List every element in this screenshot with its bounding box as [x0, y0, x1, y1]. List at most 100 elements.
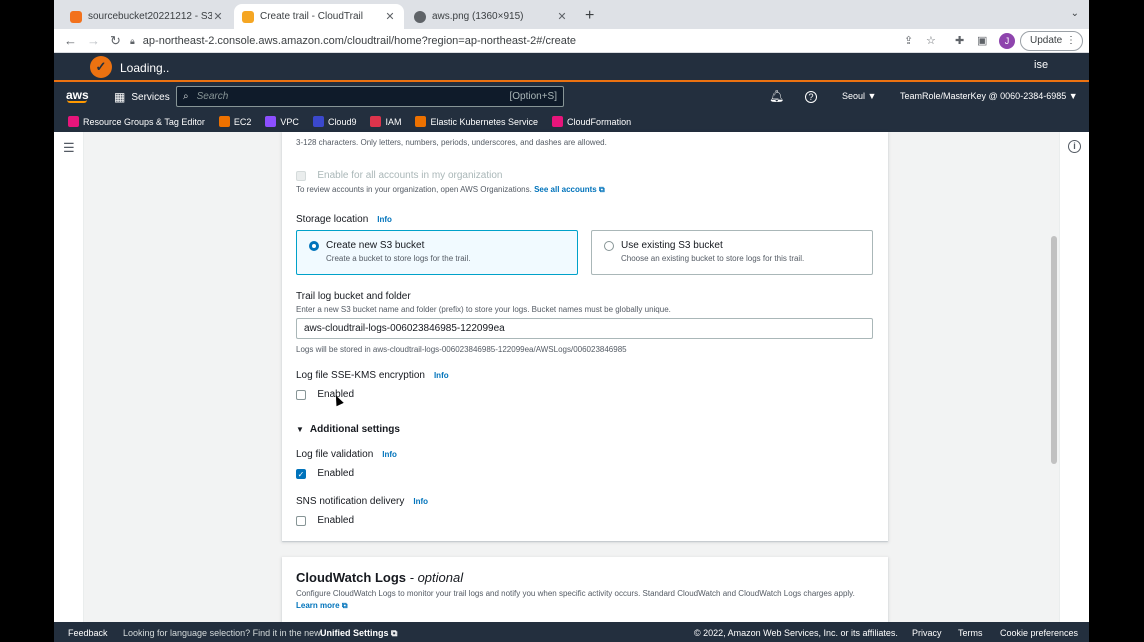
log-validation-heading: Log file validation Info — [296, 449, 397, 460]
browser-tab-bar: sourcebucket20221212 - S3 b ✕ Create tra… — [54, 0, 1089, 29]
bucket-folder-hint: Enter a new S3 bucket name and folder (p… — [296, 305, 671, 314]
unified-settings-link[interactable]: Unified Settings ⧉ — [320, 628, 397, 639]
bucket-storage-note: Logs will be stored in aws-cloudtrail-lo… — [296, 345, 627, 354]
aws-smile-icon — [67, 100, 87, 103]
bookmark-star-icon[interactable]: ☆ — [926, 34, 936, 47]
help-icon[interactable]: ? — [805, 91, 817, 103]
s3-favicon-icon — [70, 10, 82, 23]
search-shortcut: [Option+S] — [509, 91, 557, 102]
feedback-link[interactable]: Feedback — [68, 628, 108, 638]
aws-logo[interactable]: aws — [66, 88, 89, 103]
favorite-cloud9[interactable]: Cloud9 — [312, 116, 356, 127]
browser-tab-s3[interactable]: sourcebucket20221212 - S3 b ✕ — [62, 4, 232, 29]
address-bar[interactable]: 🔒︎ ap-northeast-2.console.aws.amazon.com… — [130, 32, 890, 50]
org-trail-checkbox-row: Enable for all accounts in my organizati… — [296, 168, 502, 182]
favorite-resource-groups[interactable]: Resource Groups & Tag Editor — [68, 116, 205, 127]
bucket-folder-label: Trail log bucket and folder — [296, 291, 411, 302]
storage-settings-panel: 3-128 characters. Only letters, numbers,… — [282, 132, 888, 541]
log-validation-checkbox[interactable]: ✓ — [296, 468, 306, 479]
back-arrow-icon[interactable]: ← — [64, 33, 77, 48]
eks-icon — [415, 116, 427, 127]
info-link[interactable]: Info — [382, 450, 397, 459]
additional-settings-toggle[interactable]: ▼ Additional settings — [296, 424, 400, 435]
bell-icon[interactable]: 🔔︎ — [769, 89, 784, 103]
lock-icon: 🔒︎ — [130, 35, 135, 46]
reload-icon[interactable]: ↻ — [110, 33, 121, 49]
search-input[interactable] — [196, 91, 510, 102]
left-navigation-rail: ☰ — [54, 132, 84, 622]
profile-avatar[interactable]: J — [999, 33, 1015, 49]
favorite-ec2[interactable]: EC2 — [218, 116, 251, 127]
trail-name-hint: 3-128 characters. Only letters, numbers,… — [296, 138, 607, 147]
browser-tab-cloudtrail[interactable]: Create trail - CloudTrail ✕ — [234, 4, 404, 29]
favorite-vpc[interactable]: VPC — [265, 116, 299, 127]
radio-create-new[interactable] — [309, 241, 319, 251]
extensions-puzzle-icon[interactable]: ✚ — [955, 34, 964, 47]
close-tab-icon[interactable]: ✕ — [212, 10, 224, 23]
loading-banner: ✓ Loading.. ise — [54, 53, 1089, 82]
caret-down-icon: ▼ — [296, 425, 304, 434]
sidepanel-icon[interactable]: ▣ — [977, 34, 987, 47]
info-link[interactable]: Info — [377, 215, 392, 224]
org-trail-checkbox[interactable] — [296, 170, 306, 181]
account-menu[interactable]: TeamRole/MasterKey @ 0060-2384-6985 ▼ — [900, 91, 1078, 101]
browser-toolbar: ← → ↻ 🔒︎ ap-northeast-2.console.aws.amaz… — [54, 29, 1089, 53]
org-hint: To review accounts in your organization,… — [296, 185, 605, 194]
info-panel-icon[interactable]: i — [1068, 140, 1081, 153]
resource-groups-icon — [68, 116, 79, 127]
storage-option-create-new[interactable]: Create new S3 bucket Create a bucket to … — [296, 230, 578, 275]
copyright-text: © 2022, Amazon Web Services, Inc. or its… — [694, 628, 898, 638]
favorite-cloudformation[interactable]: CloudFormation — [552, 116, 631, 127]
external-link-icon: ⧉ — [391, 628, 398, 638]
browser-tab-image[interactable]: aws.png (1360×915) ✕ — [406, 4, 576, 29]
favorite-iam[interactable]: IAM — [370, 116, 401, 127]
cloudwatch-description: Configure CloudWatch Logs to monitor you… — [296, 589, 855, 610]
learn-more-link[interactable]: Learn more — [296, 601, 340, 610]
close-tab-icon[interactable]: ✕ — [556, 10, 568, 23]
bucket-name-input[interactable] — [296, 318, 873, 339]
sns-delivery-checkbox-row: Enabled — [296, 513, 354, 527]
log-validation-checkbox-row: ✓ Enabled — [296, 468, 355, 480]
forward-arrow-icon[interactable]: → — [87, 33, 100, 48]
storage-location-heading: Storage location Info — [296, 214, 392, 225]
external-link-icon: ⧉ — [341, 601, 348, 610]
more-vert-icon: ⋮ — [1066, 35, 1076, 46]
terms-link[interactable]: Terms — [958, 628, 983, 638]
iam-icon — [370, 116, 382, 127]
cloud9-icon — [312, 116, 324, 127]
region-selector[interactable]: Seoul ▼ — [842, 91, 876, 101]
see-all-accounts-link[interactable]: See all accounts — [534, 185, 597, 194]
grid-icon: ▦ — [114, 90, 126, 104]
storage-option-use-existing[interactable]: Use existing S3 bucket Choose an existin… — [591, 230, 873, 275]
search-icon: ⌕ — [183, 91, 189, 102]
menu-hamburger-icon[interactable]: ☰ — [63, 140, 75, 156]
broken-image-placeholder: ise — [1034, 59, 1049, 71]
external-link-icon: ⧉ — [599, 185, 605, 194]
info-link[interactable]: Info — [413, 497, 428, 506]
favorites-bar: Resource Groups & Tag Editor EC2 VPC Clo… — [54, 111, 1089, 132]
services-menu-button[interactable]: ▦ Services — [114, 90, 170, 104]
globe-icon — [414, 10, 426, 23]
right-tools-rail: i — [1059, 132, 1089, 622]
radio-use-existing[interactable] — [604, 241, 614, 251]
favorite-eks[interactable]: Elastic Kubernetes Service — [415, 116, 538, 127]
sns-delivery-heading: SNS notification delivery Info — [296, 496, 429, 507]
url-text: ap-northeast-2.console.aws.amazon.com/cl… — [142, 35, 577, 47]
language-prompt: Looking for language selection? Find it … — [123, 628, 321, 638]
cookie-preferences-link[interactable]: Cookie preferences — [1000, 628, 1078, 638]
sse-kms-heading: Log file SSE-KMS encryption Info — [296, 370, 449, 381]
tab-search-chevron-icon[interactable]: ⌄ — [1071, 8, 1079, 19]
search-bar[interactable]: ⌕ [Option+S] — [176, 86, 564, 107]
console-footer: Feedback Looking for language selection?… — [54, 622, 1089, 642]
info-link[interactable]: Info — [434, 371, 449, 380]
browser-window: sourcebucket20221212 - S3 b ✕ Create tra… — [54, 0, 1089, 642]
new-tab-button[interactable]: + — [585, 7, 594, 25]
close-tab-icon[interactable]: ✕ — [384, 10, 396, 23]
sns-delivery-checkbox[interactable] — [296, 515, 306, 526]
page-scrollbar[interactable] — [1051, 236, 1057, 464]
update-button[interactable]: Update ⋮ — [1020, 31, 1083, 51]
share-icon[interactable]: ⇪ — [904, 34, 913, 47]
privacy-link[interactable]: Privacy — [912, 628, 942, 638]
sse-kms-checkbox[interactable] — [296, 389, 306, 400]
loading-text: Loading.. — [120, 61, 170, 75]
